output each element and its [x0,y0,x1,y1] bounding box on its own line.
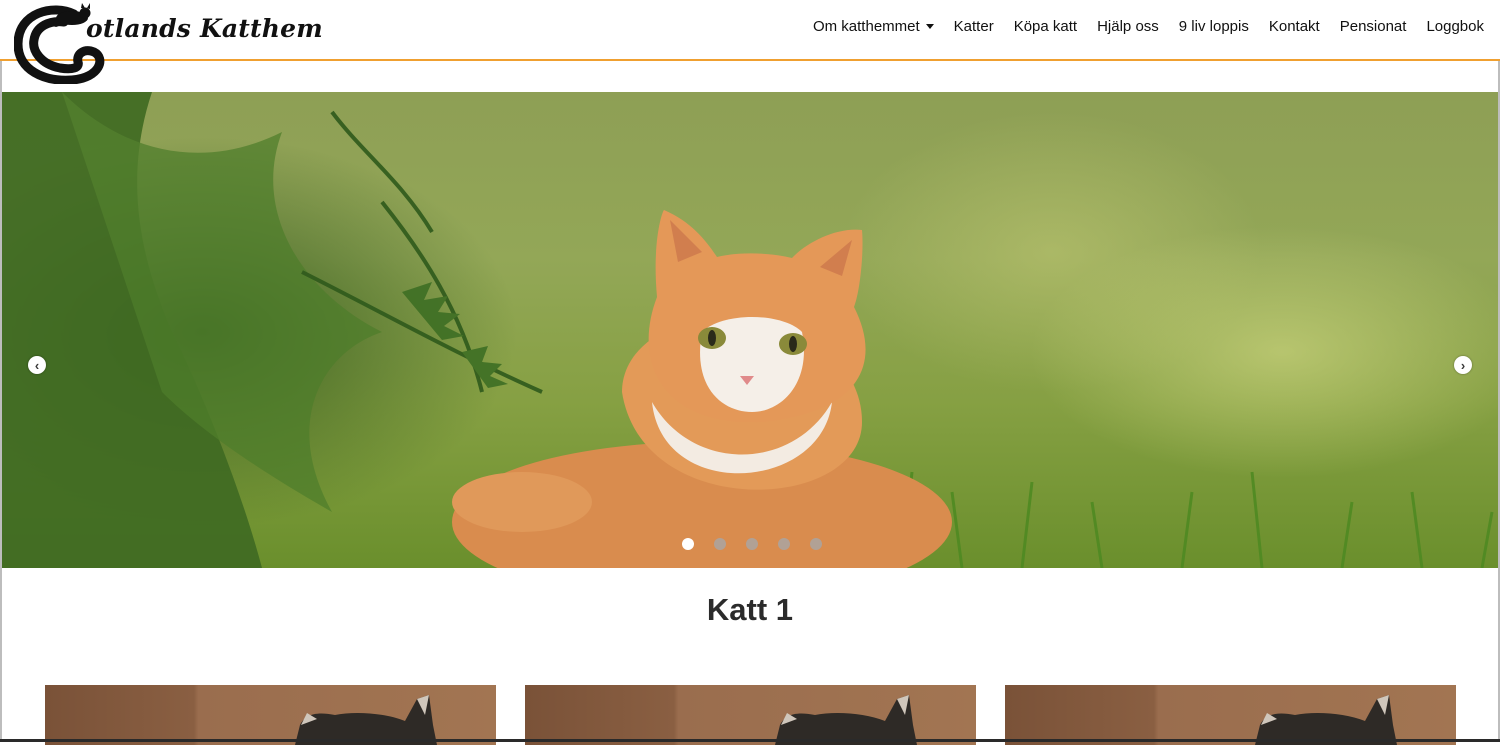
cat-card-image [1255,695,1397,745]
logo-wordmark: otlands Katthem [86,14,323,43]
main-nav: Om katthemmet Katter Köpa katt Hjälp oss… [793,18,1484,35]
cat-card-1[interactable] [45,685,496,745]
nav-item-hjalp-oss[interactable]: Hjälp oss [1097,18,1159,35]
carousel-indicator-4[interactable] [778,538,790,550]
nav-item-katter[interactable]: Katter [954,18,994,35]
nav-item-loggbok[interactable]: Loggbok [1426,18,1484,35]
nav-item-om-katthemmet[interactable]: Om katthemmet [813,18,934,35]
cat-card-3[interactable] [1005,685,1456,745]
nav-item-label: Om katthemmet [812,18,920,35]
site-header: otlands Katthem Om katthemmet Katter Köp… [0,0,1500,84]
hero-carousel[interactable]: ‹ › [2,92,1498,568]
chevron-right-icon: › [1460,357,1466,373]
carousel-indicators [682,538,842,550]
cat-card-image [775,695,917,745]
hero-slide-image [2,92,1494,568]
chevron-left-icon: ‹ [34,357,40,373]
carousel-prev-button[interactable]: ‹ [28,356,46,374]
carousel-indicator-1[interactable] [682,538,694,550]
section-title: Katt 1 [706,592,794,627]
nav-item-9-liv-loppis[interactable]: 9 liv loppis [1179,18,1249,35]
nav-item-pensionat[interactable]: Pensionat [1340,18,1407,35]
cat-card-2[interactable] [525,685,976,745]
nav-item-kopa-katt[interactable]: Köpa katt [1014,18,1077,35]
nav-item-kontakt[interactable]: Kontakt [1269,18,1320,35]
carousel-indicator-2[interactable] [714,538,726,550]
carousel-next-button[interactable]: › [1454,356,1472,374]
cat-card-image [295,695,437,745]
carousel-indicator-5[interactable] [810,538,822,550]
carousel-indicator-3[interactable] [746,538,758,550]
caret-down-icon [925,24,934,29]
site-logo[interactable]: otlands Katthem [14,2,323,84]
